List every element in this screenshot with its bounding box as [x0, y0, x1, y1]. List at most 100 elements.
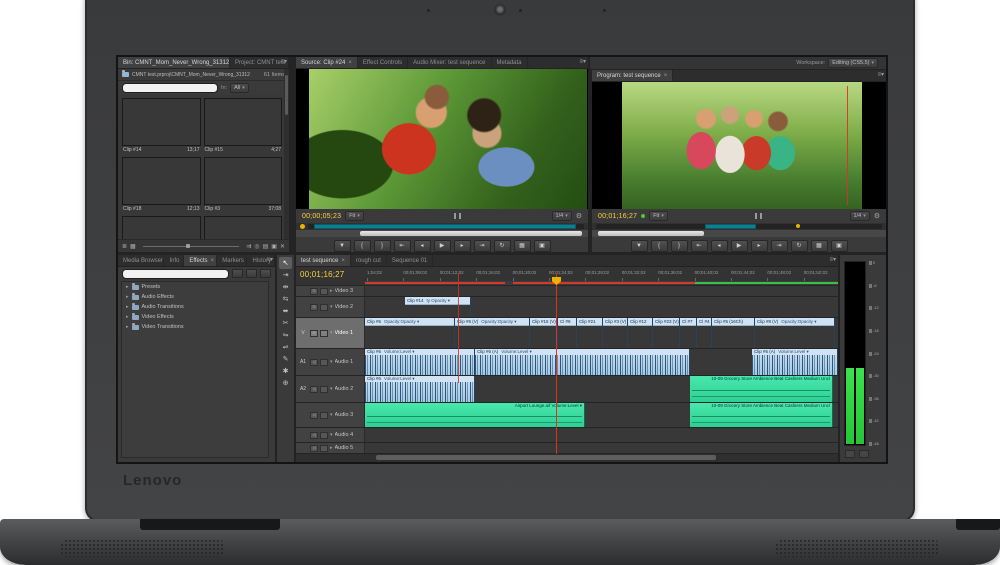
- track-header-video-2[interactable]: ⊙▾Video 2: [296, 297, 365, 317]
- clip-thumbnail[interactable]: [204, 216, 283, 239]
- timeline-clip-clip-3-v[interactable]: Clip #3 (V): [603, 318, 628, 348]
- track-content-audio-5[interactable]: [365, 443, 838, 453]
- lock-track-icon[interactable]: [320, 445, 328, 452]
- track-header-audio-3[interactable]: ◁▾Audio 3: [296, 403, 365, 427]
- track-content-video-3[interactable]: [365, 286, 838, 296]
- step-back-button[interactable]: ◂: [711, 240, 728, 252]
- effects-folder-video-effects[interactable]: ▸Video Effects: [122, 312, 268, 322]
- effects-folder-audio-effects[interactable]: ▸Audio Effects: [122, 292, 268, 302]
- toggle-track-mute-icon[interactable]: ◁: [310, 359, 318, 366]
- track-header-audio-5[interactable]: ◁▸Audio 5: [296, 443, 365, 453]
- track-header-audio-1[interactable]: A1◁▾Audio 1: [296, 349, 365, 375]
- effects-folder-presets[interactable]: ▸Presets: [122, 282, 268, 292]
- toggle-track-output-icon[interactable]: ⊙: [310, 288, 318, 295]
- panel-menu-icon[interactable]: ≡▾: [579, 59, 586, 66]
- tab-rough-cut[interactable]: rough cut: [351, 255, 387, 266]
- pen-tool-button[interactable]: ✎: [279, 353, 292, 365]
- source-resolution-dropdown[interactable]: 1/4: [552, 211, 572, 221]
- track-content-video-1[interactable]: Clip #6Opacity:Opacity ▾Clip #6 (V)Opaci…: [365, 318, 838, 348]
- zoom-tool-button[interactable]: ⊕: [279, 377, 292, 389]
- filter-video-icon[interactable]: [246, 269, 257, 278]
- tab-audio-mixer-test-sequence[interactable]: Audio Mixer: test sequence: [408, 57, 491, 68]
- timeline-clip-clip-23-v[interactable]: Clip #23 (V): [653, 318, 680, 348]
- rate-stretch-tool-button[interactable]: ⬌: [279, 305, 292, 317]
- lock-track-icon[interactable]: [320, 330, 328, 337]
- timeline-hscrollbar[interactable]: [296, 454, 838, 462]
- tab-sequence-01[interactable]: Sequence 01: [387, 255, 433, 266]
- collapse-track-icon[interactable]: ▾: [330, 386, 333, 392]
- source-zoom-dropdown[interactable]: Fit: [345, 211, 364, 221]
- program-work-area-bar[interactable]: [596, 224, 882, 229]
- track-content-video-2[interactable]: Clip #14ty Opacity ▾: [365, 297, 838, 317]
- new-bin-icon[interactable]: ▤: [263, 243, 269, 250]
- timeline-clip-10-09-grocery-store-ambience-beat-cashiers-medium-uncl[interactable]: 10-09 Grocery Store Ambience Beat Cashie…: [690, 403, 833, 427]
- timeline-clip-clip-6-a[interactable]: Clip #6 (A)Volume:Level ▾: [752, 349, 838, 375]
- settings-wrench-icon[interactable]: ⚙: [576, 212, 582, 220]
- collapse-track-icon[interactable]: ▸: [330, 288, 333, 294]
- effects-search-input[interactable]: [122, 269, 229, 279]
- clip-thumbnail[interactable]: [122, 98, 201, 146]
- close-tab-icon[interactable]: ×: [211, 258, 215, 264]
- source-patch-label[interactable]: V: [298, 330, 308, 336]
- play-button[interactable]: ▶: [434, 240, 451, 252]
- filter-preset-icon[interactable]: [260, 269, 271, 278]
- thumbnail-zoom-slider[interactable]: [143, 246, 240, 247]
- go-to-out-button[interactable]: ⇥: [474, 240, 491, 252]
- lock-track-icon[interactable]: [320, 412, 328, 419]
- timeline-clip-clip-6-a[interactable]: Clip #6 (A)Volume:Level ▾: [475, 349, 690, 375]
- track-header-video-1[interactable]: V⊙▾Video 1: [296, 318, 365, 348]
- lock-track-icon[interactable]: [320, 359, 328, 366]
- timeline-clip-clip-6[interactable]: Clip #6Opacity:Opacity ▾: [365, 318, 455, 348]
- solo-left-button[interactable]: [845, 450, 855, 458]
- collapse-track-icon[interactable]: ▾: [330, 359, 333, 365]
- track-select-tool-button[interactable]: ⇥: [279, 269, 292, 281]
- timeline-clip-clip-21[interactable]: Clip #21: [577, 318, 603, 348]
- loop-button[interactable]: ↻: [494, 240, 511, 252]
- settings-wrench-icon[interactable]: ⚙: [874, 212, 880, 220]
- play-button[interactable]: ▶: [731, 240, 748, 252]
- clip-thumbnail[interactable]: [122, 216, 201, 239]
- tab-media-browser[interactable]: Media Browser: [118, 255, 164, 266]
- lock-track-icon[interactable]: [320, 432, 328, 439]
- panel-menu-icon[interactable]: ≡▾: [829, 257, 836, 264]
- timeline-clip-clip-6-v[interactable]: Clip #6 (V)Opacity:Opacity ▾: [455, 318, 530, 348]
- panel-menu-icon[interactable]: ≡▾: [280, 59, 287, 66]
- workspace-dropdown[interactable]: Editing (CS5.5): [828, 58, 878, 68]
- collapse-track-icon[interactable]: ▾: [330, 432, 333, 438]
- mark-out-button[interactable]: }: [374, 240, 391, 252]
- go-to-in-button[interactable]: ⇤: [394, 240, 411, 252]
- source-patch-label[interactable]: A1: [298, 359, 308, 365]
- collapse-track-icon[interactable]: ▾: [330, 304, 333, 310]
- tab-test-sequence[interactable]: test sequence×: [296, 255, 351, 266]
- timeline-clip-clip-5-16ch[interactable]: Clip #5 (16Ch): [712, 318, 755, 348]
- timeline-clip-airport-lounge-aif-volume-level[interactable]: Airport Lounge.aif Volume:Level ▾: [365, 403, 585, 427]
- tab-bin-cmnt-mom-never-wrong-31312[interactable]: Bin: CMNT_Mom_Never_Wrong_31312: [118, 57, 230, 68]
- collapse-track-icon[interactable]: ▸: [330, 445, 333, 451]
- hand-tool-button[interactable]: ✱: [279, 365, 292, 377]
- timeline-clip-clip-15-v[interactable]: Clip #15 (V): [530, 318, 558, 348]
- safe-margins-button[interactable]: ▦: [811, 240, 828, 252]
- project-clip-clip-3[interactable]: Clip #337;08: [204, 157, 283, 213]
- project-clip-item[interactable]: [122, 216, 201, 239]
- go-to-in-button[interactable]: ⇤: [691, 240, 708, 252]
- rolling-edit-tool-button[interactable]: ⇆: [279, 293, 292, 305]
- program-resolution-dropdown[interactable]: 1/4: [850, 211, 870, 221]
- timeline-clip-10-09-grocery-store-ambience-beat-cashiers-medium-uncl[interactable]: 10-09 Grocery Store Ambience Beat Cashie…: [690, 376, 833, 402]
- loop-button[interactable]: ↻: [791, 240, 808, 252]
- step-back-button[interactable]: ◂: [414, 240, 431, 252]
- track-content-audio-3[interactable]: Airport Lounge.aif Volume:Level ▾ 10-09 G…: [365, 403, 838, 427]
- timeline-clip-clip-12[interactable]: Clip #12: [628, 318, 653, 348]
- tab-program-test-sequence[interactable]: Program: test sequence×: [592, 70, 673, 81]
- project-clip-item[interactable]: [204, 216, 283, 239]
- clip-thumbnail[interactable]: [122, 157, 201, 205]
- timeline-clip-clip-8-v[interactable]: Clip #8 (V)Opacity:Opacity ▾: [755, 318, 835, 348]
- toggle-track-output-icon[interactable]: ⊙: [310, 330, 318, 337]
- mark-out-button[interactable]: }: [671, 240, 688, 252]
- razor-tool-button[interactable]: ✂: [279, 317, 292, 329]
- list-view-icon[interactable]: ≣: [122, 243, 127, 250]
- step-forward-button[interactable]: ▸: [454, 240, 471, 252]
- project-clip-clip-15[interactable]: Clip #154;27: [204, 98, 283, 154]
- lock-track-icon[interactable]: [320, 386, 328, 393]
- automate-to-sequence-icon[interactable]: ⇉: [246, 243, 251, 250]
- toggle-track-mute-icon[interactable]: ◁: [310, 412, 318, 419]
